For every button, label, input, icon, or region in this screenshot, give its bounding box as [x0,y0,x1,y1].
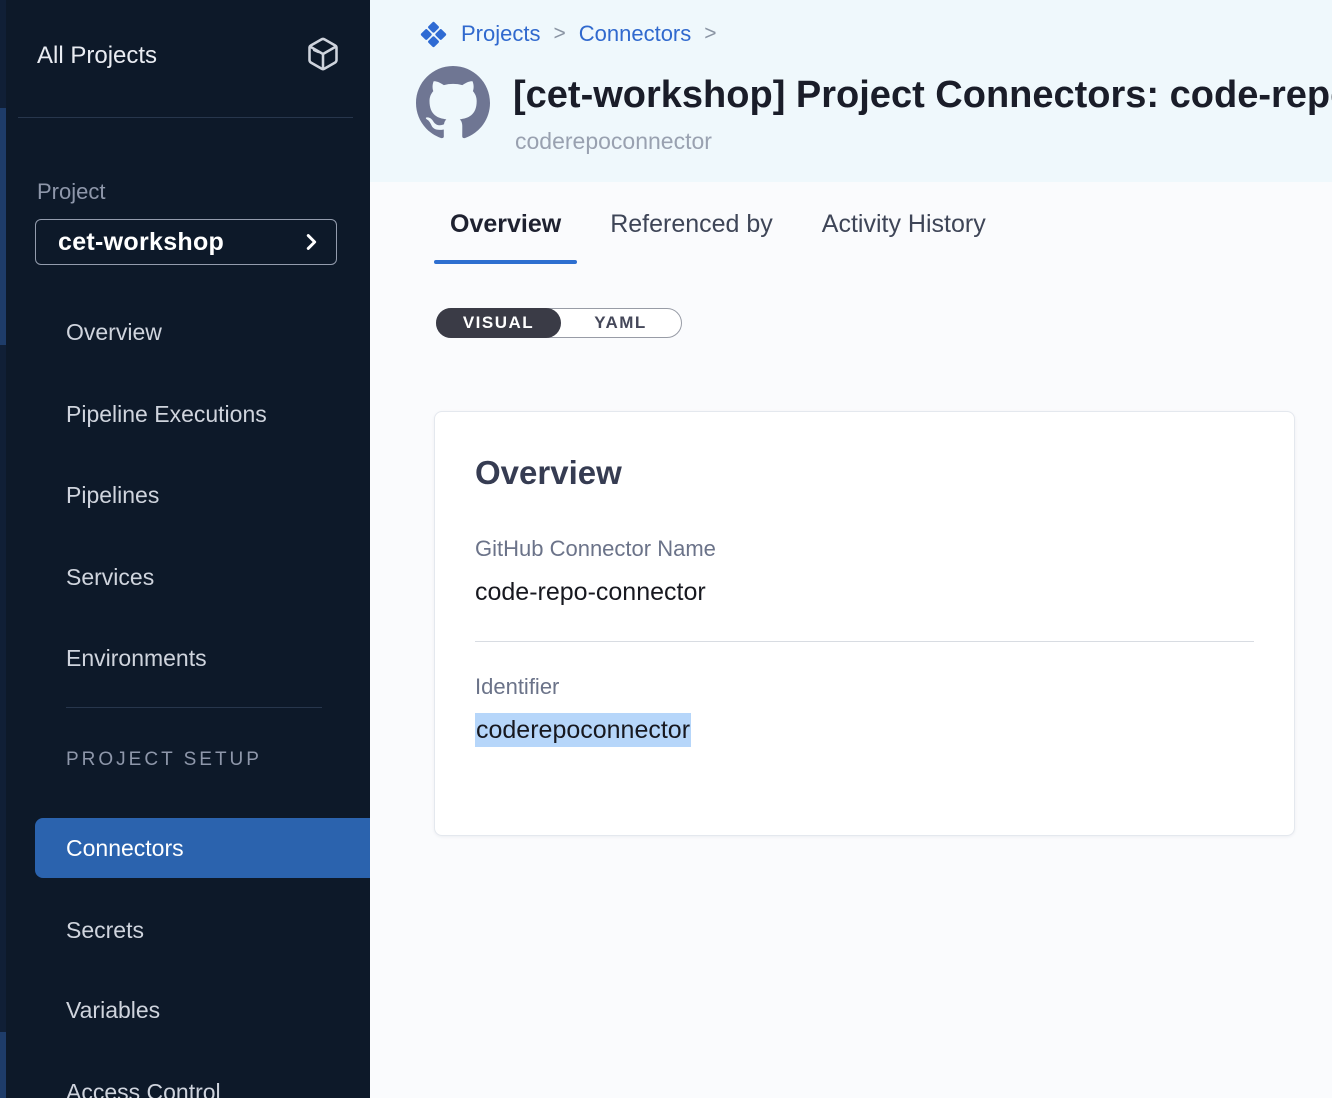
sidebar-item-label: Overview [66,319,162,346]
tab-overview[interactable]: Overview [434,182,577,267]
main-content: Projects > Connectors > [cet-workshop] P… [370,0,1332,1098]
sidebar-item-label: Connectors [66,835,184,862]
project-cube-icon[interactable] [305,36,341,79]
sidebar-item-environments[interactable]: Environments [0,628,370,688]
sidebar-item-label: Pipelines [66,482,159,509]
toggle-label: VISUAL [463,313,534,333]
detail-tabs: Overview Referenced by Activity History [434,182,1019,267]
project-section-label: Project [37,179,105,205]
sidebar-item-label: Environments [66,645,207,672]
current-project-name: cet-workshop [58,228,224,257]
sidebar-item-label: Variables [66,997,160,1024]
chevron-right-icon [300,231,322,258]
toggle-label: YAML [594,313,647,333]
breadcrumb-connectors-link[interactable]: Connectors [579,21,692,47]
selected-text-highlight: coderepoconnector [475,713,691,747]
card-heading: Overview [475,454,1254,492]
sidebar-item-label: Secrets [66,917,144,944]
project-selector[interactable]: cet-workshop [35,219,337,265]
sidebar-item-pipeline-executions[interactable]: Pipeline Executions [0,384,370,444]
field-label-connector-name: GitHub Connector Name [475,536,1254,562]
project-setup-section-label: PROJECT SETUP [66,749,262,771]
overview-card: Overview GitHub Connector Name code-repo… [434,411,1295,836]
all-projects-selector[interactable]: All Projects [37,38,337,74]
breadcrumb: Projects > Connectors > [418,16,730,52]
page-subtitle-identifier: coderepoconnector [515,128,712,155]
sidebar-item-pipelines[interactable]: Pipelines [0,465,370,525]
breadcrumb-separator: > [704,22,716,46]
github-connector-icon [416,66,490,140]
breadcrumb-separator: > [553,22,565,46]
tab-label: Referenced by [610,210,773,239]
tab-label: Activity History [822,210,986,239]
page-header: Projects > Connectors > [cet-workshop] P… [370,0,1332,182]
sidebar-divider [66,707,322,708]
sidebar-item-services[interactable]: Services [0,547,370,607]
sidebar-item-access-control[interactable]: Access Control [0,1062,370,1098]
tab-activity-history[interactable]: Activity History [806,182,1002,267]
toggle-option-yaml[interactable]: YAML [560,309,681,337]
sidebar-divider [18,117,353,118]
visual-yaml-toggle: VISUAL YAML [436,308,682,338]
sidebar-item-variables[interactable]: Variables [0,980,370,1040]
field-value-identifier: coderepoconnector [475,716,1254,745]
breadcrumb-projects-link[interactable]: Projects [461,21,540,47]
tab-referenced-by[interactable]: Referenced by [594,182,789,267]
sidebar-item-connectors-active[interactable]: Connectors [35,818,370,878]
sidebar-item-overview[interactable]: Overview [0,302,370,362]
sidebar-item-label: Access Control [66,1079,221,1098]
all-projects-label: All Projects [37,42,157,70]
sidebar-item-secrets[interactable]: Secrets [0,900,370,960]
sidebar-nav: All Projects Project cet-workshop Overvi… [0,0,370,1098]
field-value-connector-name: code-repo-connector [475,578,1254,607]
tab-label: Overview [450,210,561,239]
sidebar-item-label: Services [66,564,154,591]
card-divider [475,641,1254,642]
sidebar-item-label: Pipeline Executions [66,401,267,428]
page-title: [cet-workshop] Project Connectors: code-… [513,74,1332,117]
projects-diamond-icon[interactable] [418,19,449,50]
field-label-identifier: Identifier [475,674,1254,700]
toggle-option-visual[interactable]: VISUAL [436,308,561,338]
